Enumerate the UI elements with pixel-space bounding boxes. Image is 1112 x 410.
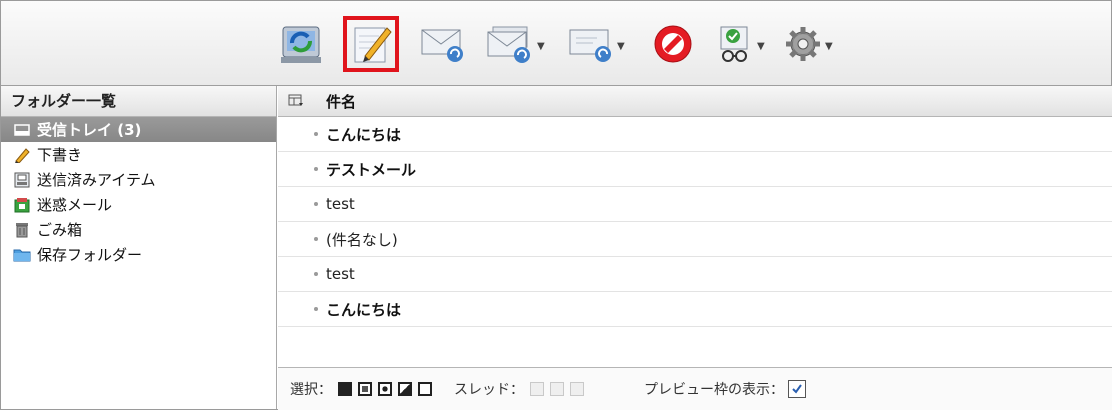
select-none-icon[interactable] [418,382,432,396]
sent-items-icon [13,172,31,188]
refresh-button[interactable] [279,20,325,68]
message-row[interactable]: こんにちは [278,117,1112,152]
folder-panel-title: フォルダー一覧 [1,86,276,117]
toolbar: ▼ ▼ ▼ ▼ [1,1,1111,86]
select-label: 選択： [290,382,332,398]
folder-item-saved[interactable]: 保存フォルダー [1,242,276,267]
folder-label: 受信トレイ (3) [37,121,142,139]
reply-icon [421,29,463,62]
message-row[interactable]: (件名なし) [278,222,1112,257]
folder-item-trash[interactable]: ごみ箱 [1,217,276,242]
message-row[interactable]: テストメール [278,152,1112,187]
message-row[interactable]: こんにちは [278,292,1112,327]
reply-all-dropdown-icon[interactable]: ▼ [537,41,545,52]
folder-item-junk[interactable]: 迷惑メール [1,192,276,217]
thread-label: スレッド： [454,382,524,398]
row-marker-icon [314,237,318,241]
forward-icon [569,29,611,62]
junk-mail-icon [13,197,31,213]
folder-label: ごみ箱 [37,221,83,239]
row-marker-icon [314,307,318,311]
reply-button[interactable] [419,20,467,68]
forward-button[interactable]: ▼ [567,20,625,68]
thread-expand-icon[interactable] [550,382,564,396]
preview-pane-checkbox[interactable] [788,380,806,398]
row-marker-icon [314,272,318,276]
select-all-icon[interactable] [338,382,352,396]
refresh-icon [281,26,321,63]
thread-collapse-icon[interactable] [570,382,584,396]
folder-label: 送信済みアイテム [37,171,156,189]
message-subject: test [326,195,355,213]
folder-icon [13,247,31,263]
message-row[interactable]: test [278,257,1112,292]
subject-column-header[interactable]: 件名 [326,91,356,112]
settings-button[interactable]: ▼ [783,20,833,68]
folder-item-inbox[interactable]: 受信トレイ (3) [1,117,276,142]
forward-dropdown-icon[interactable]: ▼ [617,41,625,52]
row-marker-icon [314,202,318,206]
select-current-page-icon[interactable] [358,382,372,396]
settings-dropdown-icon[interactable]: ▼ [825,41,833,52]
folder-panel: フォルダー一覧 受信トレイ (3) 下書き 送信済みアイテム 迷惑メール ごみ箱 [1,86,277,409]
message-list-header: 件名 [278,86,1112,117]
message-row[interactable]: test [278,187,1112,222]
folder-label: 迷惑メール [37,196,113,214]
select-invert-icon[interactable] [378,382,392,396]
compose-icon [354,27,392,63]
compose-button[interactable] [343,16,399,72]
preview-pane-label: プレビュー枠の表示： [644,382,784,398]
message-subject: (件名なし) [326,230,398,249]
message-subject: こんにちは [326,300,402,319]
folder-label: 下書き [37,146,83,164]
mark-dropdown-icon[interactable]: ▼ [757,41,765,52]
mark-icon [720,26,748,62]
thread-list-icon[interactable] [530,382,544,396]
list-status-bar: 選択： スレッド： プレビュー枠の表示： [278,367,1112,410]
pencil-icon [13,147,31,163]
folder-label: 保存フォルダー [37,246,143,264]
delete-button[interactable] [651,20,695,68]
trash-icon [13,222,31,238]
reply-all-icon [487,26,530,63]
delete-icon [654,25,692,63]
checkmark-icon [792,384,802,394]
reply-all-button[interactable]: ▼ [485,20,545,68]
message-subject: こんにちは [326,125,402,144]
message-subject: test [326,265,355,283]
mark-button[interactable]: ▼ [715,20,765,68]
select-read-icon[interactable] [398,382,412,396]
row-marker-icon [314,132,318,136]
inbox-icon [13,122,31,138]
column-options-icon[interactable] [288,94,304,108]
folder-item-sent[interactable]: 送信済みアイテム [1,167,276,192]
folder-item-drafts[interactable]: 下書き [1,142,276,167]
settings-icon [786,27,820,61]
row-marker-icon [314,167,318,171]
message-list-panel: 件名 こんにちは テストメール test (件名なし) test こんにちは 選… [278,86,1112,410]
message-subject: テストメール [326,160,417,179]
